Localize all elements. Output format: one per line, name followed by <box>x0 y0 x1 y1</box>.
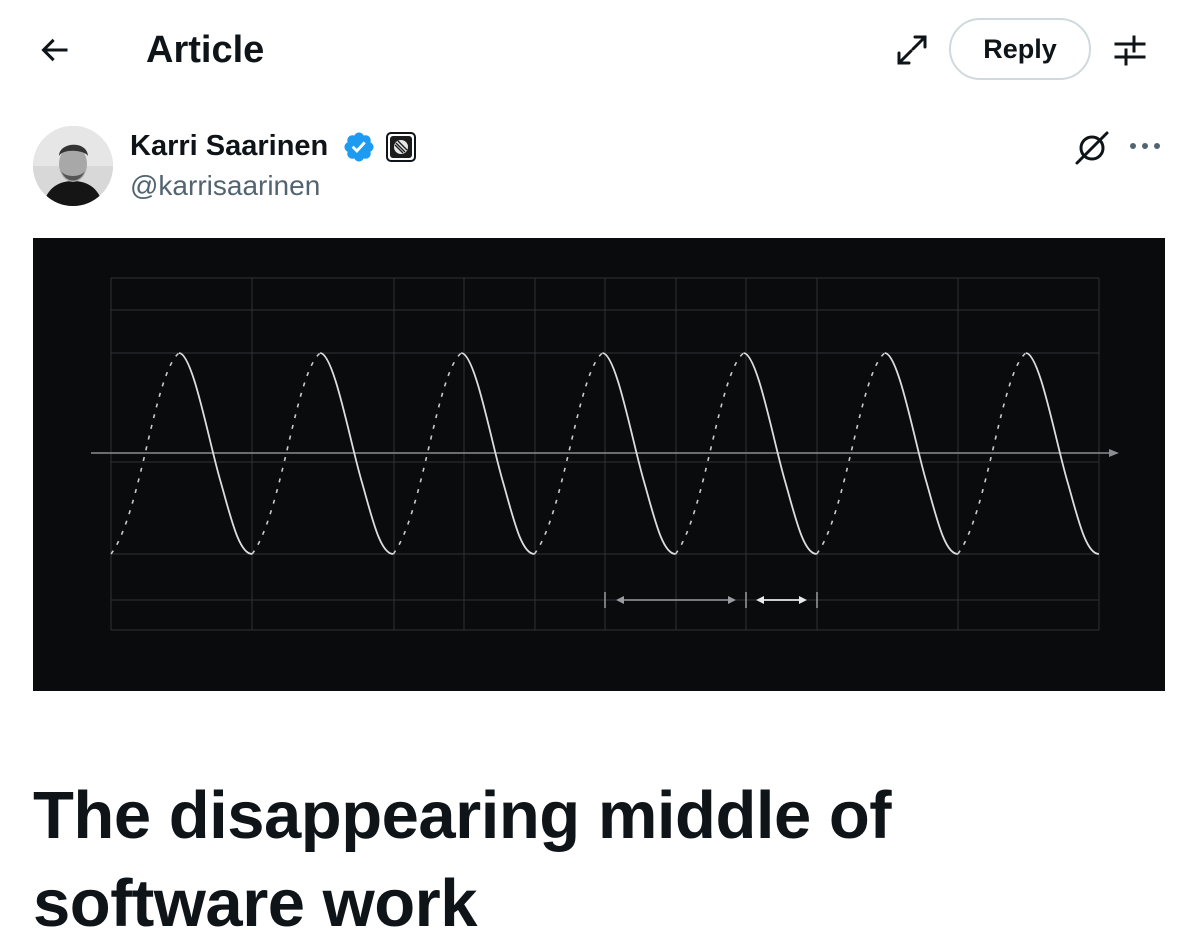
more-icon <box>1130 143 1160 149</box>
span-arrow-head <box>756 596 764 604</box>
span-arrow-head <box>728 596 736 604</box>
linear-logo-icon <box>390 136 412 158</box>
expand-button[interactable] <box>888 28 936 72</box>
article-title: The disappearing middle of software work <box>33 778 892 941</box>
cover-image[interactable] <box>33 238 1165 691</box>
author-name[interactable]: Karri Saarinen <box>130 128 328 164</box>
reply-button[interactable]: Reply <box>949 18 1091 80</box>
settings-button[interactable] <box>1106 26 1154 74</box>
waveform-diagram <box>91 277 1119 631</box>
span-arrow-head <box>616 596 624 604</box>
grok-button[interactable] <box>1068 126 1116 170</box>
author-handle[interactable]: @karrisaarinen <box>130 168 320 204</box>
grok-icon <box>1075 131 1109 165</box>
page-title: Article <box>146 29 265 71</box>
arrow-left-icon <box>41 38 68 62</box>
header-bar: Article Reply <box>0 0 1198 100</box>
avatar[interactable] <box>33 126 113 206</box>
verified-badge-icon <box>344 132 374 162</box>
back-button[interactable] <box>30 26 78 74</box>
sliders-icon <box>1114 35 1146 66</box>
more-button[interactable] <box>1122 126 1168 166</box>
span-arrow-head <box>799 596 807 604</box>
expand-icon <box>897 35 927 65</box>
avatar-photo <box>33 126 113 206</box>
org-badge-icon[interactable] <box>386 132 416 162</box>
axis-arrow <box>1109 449 1119 457</box>
